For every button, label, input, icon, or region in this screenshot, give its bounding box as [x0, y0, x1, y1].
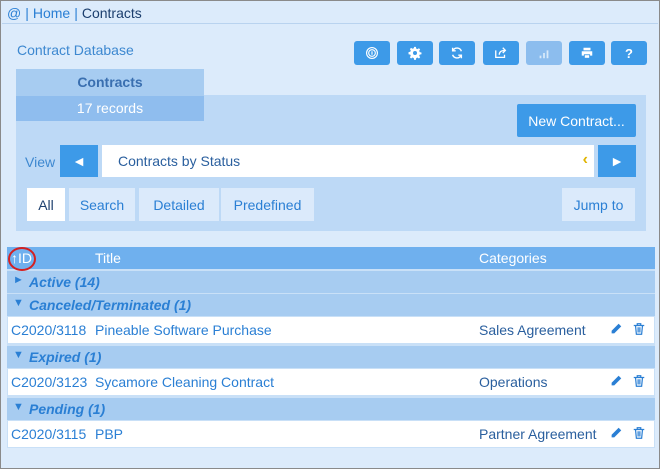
fingerprint-button[interactable] — [354, 41, 390, 65]
triangle-right-icon: ► — [13, 274, 24, 286]
pencil-icon — [611, 427, 622, 438]
settings-button[interactable] — [397, 41, 433, 65]
cell-id[interactable]: C2020/3118 — [11, 322, 86, 338]
breadcrumb: @ | Home | Contracts — [7, 4, 142, 22]
view-label: View — [25, 154, 56, 170]
edit-button[interactable] — [609, 374, 623, 390]
table-row[interactable]: C2020/3118 Pineable Software Purchase Sa… — [8, 317, 654, 343]
help-button[interactable]: ? — [611, 41, 647, 65]
group-label: Pending (1) — [29, 401, 106, 417]
delete-button[interactable] — [632, 374, 646, 390]
column-header-categories[interactable]: Categories — [479, 250, 547, 266]
contracts-table: ↑ID Title Categories ► Active (14) ▼ Can… — [7, 247, 655, 448]
breadcrumb-current: Contracts — [81, 5, 142, 21]
chart-button[interactable] — [526, 41, 562, 65]
group-row-active[interactable]: ► Active (14) — [7, 271, 655, 293]
group-row-canceled[interactable]: ▼ Canceled/Terminated (1) — [7, 294, 655, 316]
column-header-title[interactable]: Title — [95, 250, 121, 266]
group-label: Active (14) — [29, 274, 100, 290]
filter-tab-detailed[interactable]: Detailed — [139, 188, 219, 221]
triangle-down-icon: ▼ — [13, 297, 24, 309]
export-button[interactable] — [483, 41, 519, 65]
triangle-down-icon: ▼ — [13, 401, 24, 413]
gear-icon — [408, 46, 422, 60]
tab-title: Contracts — [77, 74, 143, 90]
edit-button[interactable] — [609, 322, 623, 338]
filter-tab-predefined[interactable]: Predefined — [221, 188, 314, 221]
breadcrumb-separator: | — [74, 5, 78, 21]
trash-icon — [633, 323, 645, 335]
view-selected-value: Contracts by Status — [118, 153, 241, 169]
breadcrumb-divider — [2, 23, 658, 24]
view-next-button[interactable]: ► — [598, 145, 636, 177]
group-label: Canceled/Terminated (1) — [29, 297, 192, 313]
trash-icon — [633, 375, 645, 387]
edit-button[interactable] — [609, 426, 623, 442]
jump-to-button[interactable]: Jump to — [562, 188, 635, 221]
app-frame: @ | Home | Contracts Contract Database ?… — [0, 0, 660, 469]
breadcrumb-separator: | — [25, 5, 29, 21]
help-icon: ? — [625, 45, 633, 61]
cell-title[interactable]: Sycamore Cleaning Contract — [95, 374, 274, 390]
delete-button[interactable] — [632, 426, 646, 442]
group-label: Expired (1) — [29, 349, 102, 365]
cell-id[interactable]: C2020/3115 — [11, 426, 86, 442]
database-title: Contract Database — [17, 42, 134, 58]
new-contract-button[interactable]: New Contract... — [517, 104, 636, 137]
table-row[interactable]: C2020/3123 Sycamore Cleaning Contract Op… — [8, 369, 654, 395]
cell-category: Partner Agreement — [479, 426, 597, 442]
refresh-icon — [451, 47, 463, 59]
print-button[interactable] — [569, 41, 605, 65]
breadcrumb-home-link[interactable]: Home — [33, 5, 70, 21]
tab-contracts[interactable]: Contracts 17 records — [16, 69, 204, 121]
cell-category: Sales Agreement — [479, 322, 586, 338]
pencil-icon — [611, 375, 622, 386]
chevron-left-icon: ‹ — [582, 151, 588, 168]
view-prev-button[interactable]: ◄ — [60, 145, 98, 177]
chart-icon — [539, 50, 549, 59]
view-select[interactable]: Contracts by Status ‹ — [102, 145, 594, 177]
triangle-down-icon: ▼ — [13, 349, 24, 361]
print-icon — [581, 47, 593, 59]
export-icon — [495, 47, 507, 59]
fingerprint-icon — [366, 47, 378, 59]
at-root-link[interactable]: @ — [7, 5, 21, 21]
cell-category: Operations — [479, 374, 548, 390]
filter-tab-all[interactable]: All — [27, 188, 65, 221]
column-header-id[interactable]: ↑ID — [11, 250, 32, 266]
refresh-button[interactable] — [439, 41, 475, 65]
cell-id[interactable]: C2020/3123 — [11, 374, 87, 390]
triangle-right-icon: ► — [610, 153, 624, 169]
table-row[interactable]: C2020/3115 PBP Partner Agreement — [8, 421, 654, 447]
trash-icon — [633, 427, 645, 439]
table-header: ↑ID Title Categories — [7, 247, 655, 271]
pencil-icon — [611, 323, 622, 334]
filter-tab-search[interactable]: Search — [69, 188, 135, 221]
delete-button[interactable] — [632, 322, 646, 338]
cell-title[interactable]: PBP — [95, 426, 123, 442]
cell-title[interactable]: Pineable Software Purchase — [95, 322, 272, 338]
triangle-left-icon: ◄ — [72, 153, 86, 169]
group-row-pending[interactable]: ▼ Pending (1) — [7, 398, 655, 420]
record-count: 17 records — [16, 96, 204, 121]
group-row-expired[interactable]: ▼ Expired (1) — [7, 346, 655, 368]
